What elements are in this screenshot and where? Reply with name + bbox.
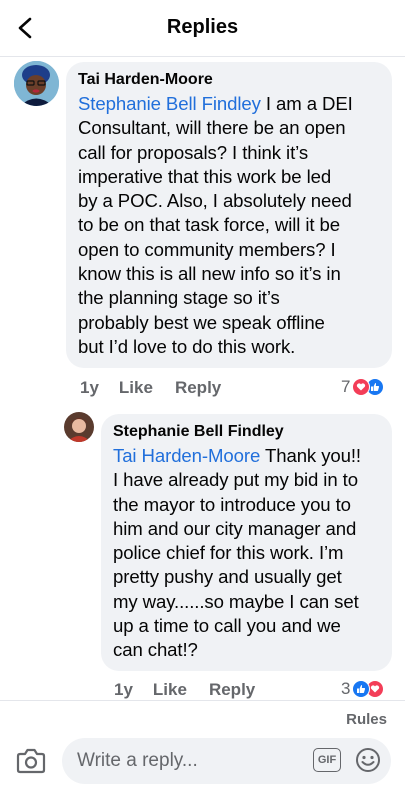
like-button[interactable]: Like xyxy=(153,680,187,700)
reply-input-placeholder: Write a reply... xyxy=(77,750,198,771)
comment-timestamp: 1y xyxy=(80,378,99,397)
reply-button[interactable]: Reply xyxy=(175,378,221,398)
avatar-stephanie-bell-findley[interactable] xyxy=(64,412,94,442)
reply-button[interactable]: Reply xyxy=(209,680,255,700)
reply-actions: 1y Like Reply xyxy=(114,680,255,700)
comment-bubble[interactable]: Tai Harden-Moore Stephanie Bell Findley … xyxy=(66,62,392,368)
mention-link[interactable]: Stephanie Bell Findley xyxy=(78,93,261,114)
like-button[interactable]: Like xyxy=(119,378,153,398)
reply-input[interactable]: Write a reply... GIF xyxy=(62,738,391,784)
reply-bubble[interactable]: Stephanie Bell Findley Tai Harden-Moore … xyxy=(101,414,392,671)
comment-actions: 1y Like Reply xyxy=(80,378,221,398)
page-title: Replies xyxy=(166,16,239,38)
camera-button[interactable] xyxy=(16,746,48,778)
reaction-summary[interactable]: 3 xyxy=(341,679,385,699)
emoji-icon xyxy=(356,748,380,772)
reply-timestamp: 1y xyxy=(114,680,133,699)
comment-author[interactable]: Tai Harden-Moore xyxy=(78,70,380,90)
reply-text: Tai Harden-Moore Thank you!! I have alre… xyxy=(113,445,362,661)
comment-text: Stephanie Bell Findley I am a DEI Consul… xyxy=(78,93,353,357)
reaction-summary[interactable]: 7 xyxy=(341,377,385,397)
reply-composer: Write a reply... GIF xyxy=(0,732,405,790)
mention-link[interactable]: Tai Harden-Moore xyxy=(113,445,260,466)
rules-link[interactable]: Rules xyxy=(346,711,387,728)
reaction-count: 7 xyxy=(341,377,351,396)
reaction-count: 3 xyxy=(341,679,351,698)
reply-author[interactable]: Stephanie Bell Findley xyxy=(113,422,380,442)
emoji-button[interactable] xyxy=(355,747,381,773)
header-bar: Replies xyxy=(0,0,405,57)
gif-button[interactable]: GIF xyxy=(313,748,341,772)
composer-divider xyxy=(0,700,405,701)
camera-icon xyxy=(16,748,46,774)
avatar-tai-harden-moore[interactable] xyxy=(14,61,59,106)
